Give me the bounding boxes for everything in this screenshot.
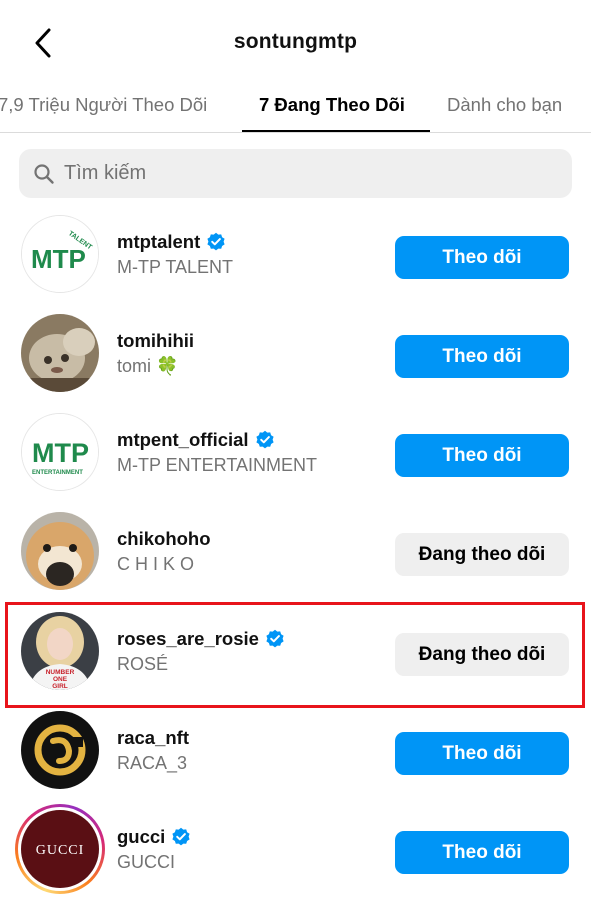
gucci-logo: GUCCI	[21, 810, 99, 888]
shirt-text-line-2: ONE	[53, 676, 68, 683]
raca-logo	[21, 711, 99, 789]
avatar[interactable]: MTP TALENT	[21, 215, 99, 293]
avatar[interactable]: GUCCI	[21, 810, 99, 888]
verified-badge-icon	[207, 232, 225, 251]
follow-button[interactable]: Theo dõi	[395, 831, 569, 874]
gucci-wordmark: GUCCI	[36, 843, 85, 858]
mtp-talent-logo: MTP TALENT	[22, 216, 98, 292]
follow-button[interactable]: Theo dõi	[395, 335, 569, 378]
person-photo: NUMBER ONE GIRL	[21, 612, 99, 690]
following-button[interactable]: Đang theo dõi	[395, 533, 569, 576]
follow-button[interactable]: Theo dõi	[395, 732, 569, 775]
tab-bar: 7,9 Triệu Người Theo Dõi 7 Đang Theo Dõi…	[0, 86, 591, 133]
avatar[interactable]	[21, 711, 99, 789]
tab-followers[interactable]: 7,9 Triệu Người Theo Dõi	[0, 94, 207, 116]
account-row-raca-nft[interactable]: raca_nft RACA_3 Theo dõi	[0, 699, 591, 798]
username[interactable]: tomihihii	[117, 330, 194, 352]
follow-button[interactable]: Theo dõi	[395, 434, 569, 477]
avatar[interactable]	[21, 314, 99, 392]
tab-following[interactable]: 7 Đang Theo Dõi	[259, 94, 405, 116]
username[interactable]: roses_are_rosie	[117, 628, 285, 650]
username[interactable]: raca_nft	[117, 727, 189, 749]
avatar[interactable]: MTP ENTERTAINMENT	[21, 413, 99, 491]
logo-subtext: ENTERTAINMENT	[32, 470, 83, 476]
username-text[interactable]: tomihihii	[117, 330, 194, 352]
shirt-text-line-3: GIRL	[52, 683, 68, 690]
dog-photo	[21, 512, 99, 590]
full-name: RACA_3	[117, 753, 188, 773]
account-row-gucci[interactable]: GUCCI gucci GUCCI Theo dõi	[0, 798, 591, 897]
account-row-chikohoho[interactable]: chikohoho C H I K O Đang theo dõi	[0, 500, 591, 599]
full-name: M-TP TALENT	[117, 257, 234, 277]
following-button[interactable]: Đang theo dõi	[395, 633, 569, 676]
username-text[interactable]: mtptalent	[117, 231, 200, 253]
verified-badge-icon	[255, 430, 274, 449]
follow-button[interactable]: Theo dõi	[395, 236, 569, 279]
top-bar: sontungmtp	[0, 0, 591, 86]
logo-text: MTP	[31, 244, 86, 274]
shirt-text-line-1: NUMBER	[46, 669, 75, 676]
search-icon	[34, 164, 54, 184]
account-row-mtptalent[interactable]: MTP TALENT mtptalent M-TP TALENT Theo dõ…	[0, 203, 591, 302]
account-row-roses-are-rosie[interactable]: NUMBER ONE GIRL roses_are_rosie ROSÉ Đan…	[0, 600, 591, 699]
search-input[interactable]	[64, 149, 554, 198]
full-name: ROSÉ	[117, 654, 169, 674]
active-tab-indicator	[242, 130, 430, 132]
cat-photo	[21, 314, 99, 392]
profile-username-title: sontungmtp	[233, 30, 358, 53]
username[interactable]: mtpent_official	[117, 429, 275, 451]
username-text[interactable]: gucci	[117, 826, 165, 848]
mtp-entertainment-logo: MTP ENTERTAINMENT	[22, 414, 98, 490]
logo-text: MTP	[32, 438, 89, 468]
account-row-tomihihii[interactable]: tomihihii tomi 🍀 Theo dõi	[0, 302, 591, 401]
verified-badge-icon	[172, 827, 190, 846]
username-text[interactable]: mtpent_official	[117, 429, 249, 451]
full-name: C H I K O	[117, 554, 195, 574]
full-name: GUCCI	[117, 852, 175, 872]
full-name: M-TP ENTERTAINMENT	[117, 455, 318, 475]
full-name: tomi 🍀	[117, 356, 179, 376]
username-text[interactable]: chikohoho	[117, 528, 211, 550]
avatar[interactable]	[21, 512, 99, 590]
verified-badge-icon	[266, 629, 284, 648]
username[interactable]: gucci	[117, 826, 191, 848]
search-bar[interactable]	[19, 149, 572, 198]
tab-suggested[interactable]: Dành cho bạn	[447, 94, 562, 116]
username[interactable]: mtptalent	[117, 231, 226, 253]
username-text[interactable]: roses_are_rosie	[117, 628, 259, 650]
avatar[interactable]: NUMBER ONE GIRL	[21, 612, 99, 690]
account-row-mtpent-official[interactable]: MTP ENTERTAINMENT mtpent_official M-TP E…	[0, 401, 591, 500]
username[interactable]: chikohoho	[117, 528, 211, 550]
username-text[interactable]: raca_nft	[117, 727, 189, 749]
